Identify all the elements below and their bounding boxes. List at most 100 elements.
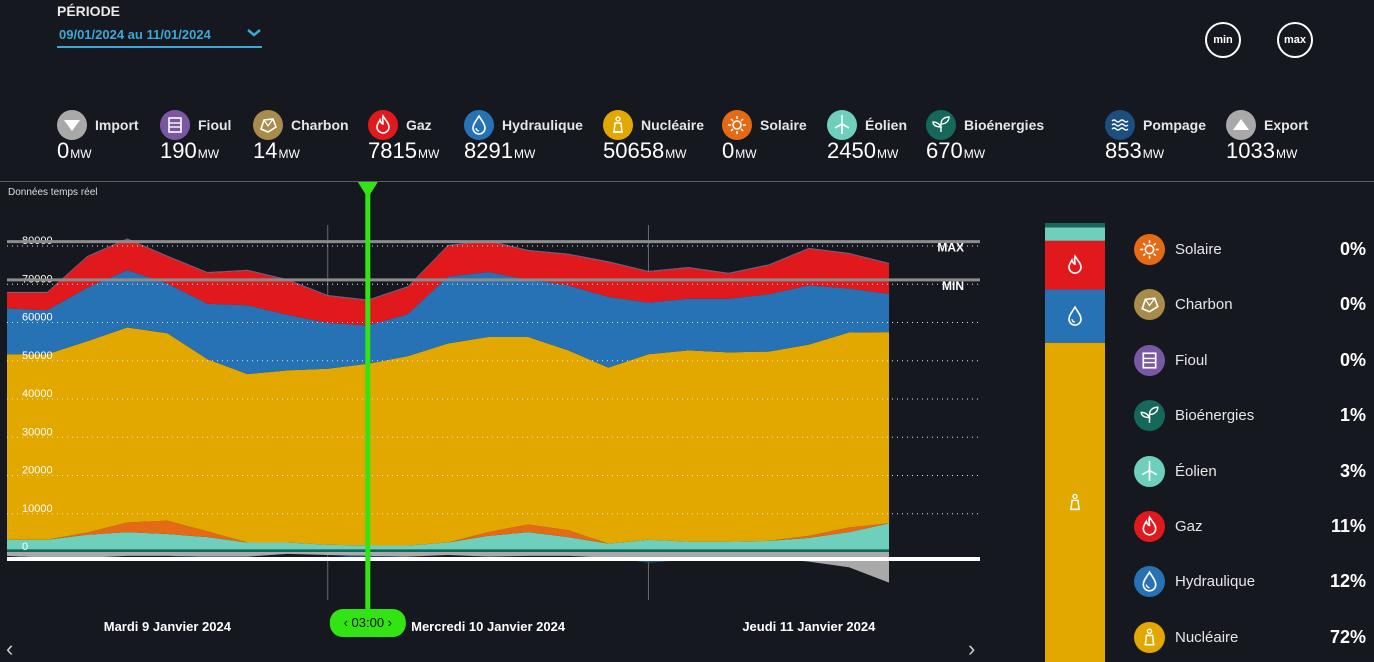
- day-label: Jeudi 11 Janvier 2024: [742, 619, 876, 634]
- source-value: 14MW: [253, 138, 300, 163]
- coal-icon: [253, 110, 283, 140]
- mix-name: Fioul: [1175, 351, 1208, 369]
- source-value: 50658MW: [603, 138, 687, 163]
- mix-name: Nucléaire: [1175, 628, 1239, 646]
- source-name: Éolien: [865, 117, 908, 133]
- source-value: 7815MW: [368, 138, 440, 163]
- mix-legend-row: Éolien 3%: [1134, 455, 1366, 488]
- nuclear-plant-icon: [1134, 621, 1165, 653]
- mix-legend-row: Hydraulique 12%: [1134, 566, 1366, 598]
- mix-name: Charbon: [1175, 296, 1233, 314]
- mix-legend-row: Bioénergies 1%: [1134, 400, 1366, 432]
- source-value: 0MW: [722, 138, 757, 163]
- source-name: Hydraulique: [502, 117, 583, 133]
- mix-segment-nucléaire: [1045, 342, 1105, 662]
- mix-legend-row: Gaz 11%: [1134, 511, 1366, 543]
- mix-pct: 72%: [1329, 626, 1366, 647]
- mix-legend-row: Nucléaire 72%: [1134, 621, 1366, 654]
- y-tick-label: 40000: [22, 388, 53, 400]
- wind-turbine-icon: [1134, 455, 1165, 487]
- source-name: Nucléaire: [641, 117, 705, 133]
- source-value: 853MW: [1105, 138, 1165, 163]
- y-tick-label: 20000: [22, 465, 53, 477]
- mix-name: Bioénergies: [1175, 407, 1255, 425]
- mix-pct: 0%: [1339, 349, 1366, 370]
- mix-pct: 0%: [1339, 239, 1366, 259]
- source-value: 2450MW: [827, 138, 899, 163]
- nuclear-plant-icon-wrap: [603, 110, 633, 140]
- source-value: 670MW: [926, 138, 986, 163]
- mix-pct: 11%: [1330, 516, 1366, 536]
- waves-icon-wrap: [1105, 110, 1135, 140]
- y-tick-label: 30000: [22, 426, 53, 438]
- prev-arrow-icon[interactable]: ‹: [6, 636, 13, 662]
- leaf-icon: [1134, 400, 1165, 432]
- min-button[interactable]: min: [1205, 22, 1241, 58]
- y-tick-label: 50000: [22, 350, 53, 362]
- coal-icon: [1134, 289, 1165, 321]
- source-value: 0MW: [57, 138, 92, 163]
- source-value: 8291MW: [464, 138, 536, 163]
- mix-legend-row: Fioul 0%: [1134, 344, 1366, 377]
- mix-name: Gaz: [1175, 518, 1203, 535]
- nuclear-plant-icon: [603, 110, 633, 140]
- leaf-icon: [926, 110, 956, 140]
- area-nucléaire: [7, 327, 889, 546]
- max-button[interactable]: max: [1277, 22, 1313, 58]
- mix-segment-gaz: [1045, 240, 1105, 290]
- source-name: Pompage: [1143, 117, 1207, 133]
- mix-segment-hydraulique: [1045, 289, 1105, 343]
- mix-pct: 12%: [1329, 571, 1366, 592]
- mix-pct: 1%: [1339, 405, 1366, 426]
- wind-turbine-icon-wrap: [827, 110, 857, 140]
- water-drop-icon: [464, 110, 494, 140]
- period-select[interactable]: 09/01/2024 au 11/01/2024: [57, 24, 262, 48]
- flame-icon: [368, 110, 398, 140]
- arrow-up-icon-wrap: [1226, 110, 1256, 140]
- source-name: Import: [95, 117, 139, 133]
- ref-label-max: MAX: [937, 241, 964, 255]
- sun-icon: [1134, 234, 1165, 265]
- flame-icon: [1134, 511, 1165, 542]
- source-name: Export: [1264, 117, 1309, 133]
- mix-legend-row: Charbon 0%: [1134, 289, 1366, 321]
- area-bioénergies: [7, 549, 889, 552]
- leaf-icon-wrap: [926, 110, 956, 140]
- mix-pct: 0%: [1339, 294, 1366, 315]
- source-name: Gaz: [406, 117, 432, 133]
- mix-pct: 3%: [1339, 460, 1366, 481]
- day-label: Mardi 9 Janvier 2024: [104, 619, 232, 634]
- y-tick-label: 60000: [22, 312, 53, 324]
- next-arrow-icon[interactable]: ›: [968, 636, 975, 662]
- arrow-down-icon: [57, 110, 87, 140]
- sun-icon: [722, 110, 752, 140]
- period-label: PÉRIODE: [57, 3, 121, 19]
- fuel-oil-icon: [1134, 344, 1165, 376]
- source-value: 1033MW: [1226, 138, 1298, 163]
- day-label: Mercredi 10 Janvier 2024: [411, 619, 566, 634]
- fuel-oil-icon-wrap: [160, 110, 190, 140]
- period-value: 09/01/2024 au 11/01/2024: [59, 27, 211, 42]
- ref-label-min: MIN: [942, 279, 964, 293]
- source-value: 190MW: [160, 138, 220, 163]
- source-name: Fioul: [198, 117, 232, 133]
- chevron-down-icon: [247, 29, 261, 37]
- water-drop-icon-wrap: [464, 110, 494, 140]
- area-export: [7, 552, 889, 583]
- coal-icon-wrap: [253, 110, 283, 140]
- sun-icon-wrap: [722, 110, 752, 140]
- mix-legend-row: Solaire 0%: [1134, 234, 1366, 266]
- cursor-label: ‹ 03:00 ›: [344, 615, 392, 630]
- arrow-down-icon-wrap: [57, 110, 87, 140]
- mix-name: Éolien: [1175, 462, 1217, 480]
- waves-icon: [1105, 110, 1135, 140]
- source-name: Solaire: [760, 117, 807, 133]
- arrow-up-icon: [1226, 110, 1256, 140]
- water-drop-icon: [1134, 566, 1165, 598]
- flame-icon-wrap: [368, 110, 398, 140]
- y-tick-label: 0: [22, 541, 28, 553]
- y-tick-label: 10000: [22, 503, 53, 515]
- source-name: Charbon: [291, 117, 349, 133]
- wind-turbine-icon: [827, 110, 857, 140]
- source-name: Bioénergies: [964, 117, 1045, 133]
